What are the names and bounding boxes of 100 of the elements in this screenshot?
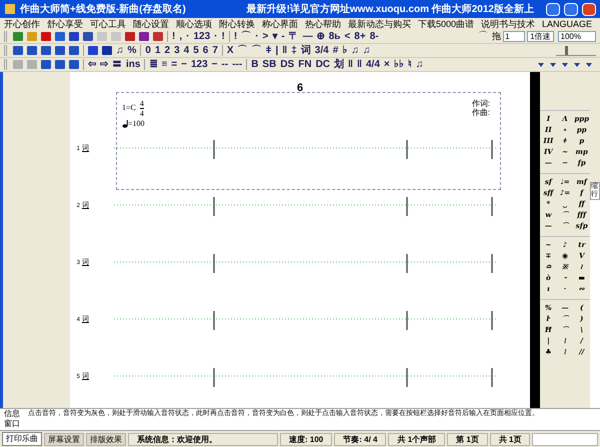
toolbar-button[interactable]: ♭♭ bbox=[392, 58, 406, 70]
status-tab[interactable]: 屏幕设置 bbox=[44, 432, 84, 446]
slider-thumb[interactable] bbox=[565, 46, 568, 54]
toolbar-button[interactable]: -- bbox=[220, 58, 230, 70]
toolbar-button[interactable]: ⇦ bbox=[86, 58, 98, 70]
menu-item[interactable]: 最新动态与购买 bbox=[348, 18, 411, 30]
toolbar-button[interactable]: ♫ bbox=[360, 44, 372, 56]
toolbar-button[interactable]: 〒 bbox=[286, 30, 301, 42]
menu-item[interactable]: 开心创作 bbox=[4, 18, 40, 30]
toolbar-icon[interactable] bbox=[26, 45, 38, 56]
toolbar-button[interactable]: # bbox=[330, 44, 340, 56]
toolbar-button[interactable]: ! bbox=[232, 30, 240, 42]
slur-button[interactable]: ⌒ bbox=[474, 30, 492, 43]
toolbar-button[interactable]: ⇨ bbox=[98, 58, 110, 70]
menu-item[interactable]: 说明书与技术 bbox=[481, 18, 536, 30]
toolbar-button[interactable]: ! bbox=[220, 30, 227, 42]
toolbar-button[interactable]: 〓 bbox=[110, 58, 124, 70]
status-tab[interactable]: 打印乐曲 bbox=[2, 432, 42, 446]
toolbar-button[interactable]: ! bbox=[170, 30, 178, 42]
toolbar-icon[interactable] bbox=[87, 45, 99, 56]
toolbar-button[interactable]: DS bbox=[278, 58, 296, 70]
zoom-select[interactable]: 100% bbox=[558, 31, 596, 42]
toolbar-button[interactable]: ▾ bbox=[270, 30, 280, 42]
toolbar-button[interactable]: ⌒ bbox=[239, 30, 254, 42]
menu-item[interactable]: 下载5000曲谱 bbox=[418, 18, 474, 30]
toolbar-button[interactable]: ⊕ bbox=[314, 30, 327, 42]
toolbar-button[interactable]: --- bbox=[230, 58, 244, 70]
toolbar-button[interactable]: ♫ bbox=[349, 44, 361, 56]
minimize-button[interactable] bbox=[546, 2, 560, 16]
toolbar-icon[interactable] bbox=[138, 31, 150, 42]
toolbar-icon[interactable] bbox=[152, 31, 164, 42]
toolbar-button[interactable]: ‡ bbox=[289, 44, 299, 56]
horizontal-scrollbar[interactable] bbox=[532, 432, 598, 446]
toolbar-button[interactable]: ǂ bbox=[264, 44, 274, 56]
menu-item[interactable]: LANGUAGE bbox=[542, 18, 592, 30]
toolbar-button[interactable]: FN bbox=[296, 58, 314, 70]
toolbar-button[interactable]: ‖ bbox=[355, 58, 364, 70]
speed-field[interactable]: 1倍速 bbox=[527, 31, 554, 42]
toolbar-icon[interactable] bbox=[40, 45, 52, 56]
slider[interactable] bbox=[556, 46, 596, 56]
menu-item[interactable]: 顺心选项 bbox=[176, 18, 212, 30]
menu-item[interactable]: 热心帮助 bbox=[305, 18, 341, 30]
toolbar-button[interactable]: 2 bbox=[162, 44, 172, 56]
toolbar-button[interactable]: B bbox=[249, 58, 260, 70]
toolbar-button[interactable]: ≡ bbox=[159, 58, 170, 70]
menu-item[interactable]: 称心界面 bbox=[262, 18, 298, 30]
menu-item[interactable]: 舒心享受 bbox=[47, 18, 83, 30]
toolbar-button[interactable]: 划 bbox=[332, 58, 346, 70]
toolbar-icon[interactable] bbox=[124, 31, 136, 42]
toolbar-button[interactable]: 3/4 bbox=[312, 44, 331, 56]
toolbar-icon[interactable] bbox=[54, 31, 66, 42]
toolbar-icon[interactable] bbox=[68, 31, 80, 42]
toolbar-button[interactable]: - bbox=[279, 30, 287, 42]
toolbar-button[interactable]: 0 bbox=[143, 44, 153, 56]
toolbar-button[interactable]: ‖ bbox=[280, 44, 290, 56]
toolbar-button[interactable]: 8ь bbox=[326, 30, 342, 42]
maximize-button[interactable] bbox=[564, 2, 578, 16]
toolbar-button[interactable]: DC bbox=[314, 58, 332, 70]
toolbar-button[interactable]: 8- bbox=[368, 30, 381, 42]
toolbar-icon[interactable] bbox=[54, 59, 66, 70]
toolbar-icon[interactable] bbox=[101, 45, 113, 56]
toolbar-button[interactable]: , bbox=[177, 30, 184, 42]
toolbar-button[interactable]: SB bbox=[260, 58, 278, 70]
toolbar-button[interactable]: — bbox=[300, 30, 315, 42]
toolbar-icon[interactable] bbox=[40, 31, 52, 42]
toolbar-button[interactable]: 4 bbox=[182, 44, 192, 56]
toolbar-button[interactable]: X bbox=[224, 44, 236, 56]
toolbar-icon[interactable] bbox=[68, 59, 80, 70]
toolbar-button[interactable]: · bbox=[212, 30, 220, 42]
menu-item[interactable]: 随心设置 bbox=[133, 18, 169, 30]
menu-item[interactable]: 可心工具 bbox=[90, 18, 126, 30]
toolbar-button[interactable]: < bbox=[342, 30, 352, 42]
toolbar-button[interactable]: 1 bbox=[152, 44, 163, 56]
toolbar-button[interactable]: 4/4 bbox=[364, 58, 382, 70]
toolbar-button[interactable]: 6 bbox=[200, 44, 210, 56]
toolbar-button[interactable]: ♮ bbox=[406, 58, 414, 70]
close-button[interactable] bbox=[582, 2, 596, 16]
toolbar-button[interactable]: ♫ bbox=[114, 44, 126, 56]
toolbar-button[interactable]: − bbox=[210, 58, 220, 70]
toolbar-button[interactable]: ♫ bbox=[414, 58, 426, 70]
status-tab[interactable]: 排版效果 bbox=[86, 432, 126, 446]
toolbar-button[interactable]: > bbox=[260, 30, 270, 42]
toolbar-button[interactable]: 8+ bbox=[352, 30, 368, 42]
toolbar-button[interactable]: × bbox=[382, 58, 392, 70]
toolbar-button[interactable]: ≣ bbox=[147, 58, 160, 70]
toolbar-button[interactable]: 7 bbox=[210, 44, 220, 56]
toolbar-button[interactable]: − bbox=[179, 58, 189, 70]
toolbar-button[interactable]: 5 bbox=[191, 44, 201, 56]
toolbar-button[interactable]: ‖ bbox=[346, 58, 356, 70]
toolbar-icon[interactable] bbox=[68, 45, 80, 56]
vertical-scrollbar[interactable] bbox=[590, 200, 600, 408]
toolbar-button[interactable]: 123 bbox=[191, 30, 212, 42]
toolbar-icon[interactable] bbox=[54, 45, 66, 56]
toolbar-icon[interactable] bbox=[40, 59, 52, 70]
toolbar-button[interactable]: ⌒ bbox=[250, 44, 264, 56]
toolbar-button[interactable]: 3 bbox=[172, 44, 182, 56]
toolbar-button[interactable]: | bbox=[273, 44, 280, 56]
toolbar-button[interactable]: = bbox=[169, 58, 180, 70]
toolbar-button[interactable]: % bbox=[126, 44, 138, 56]
toolbar-icon[interactable] bbox=[82, 31, 94, 42]
